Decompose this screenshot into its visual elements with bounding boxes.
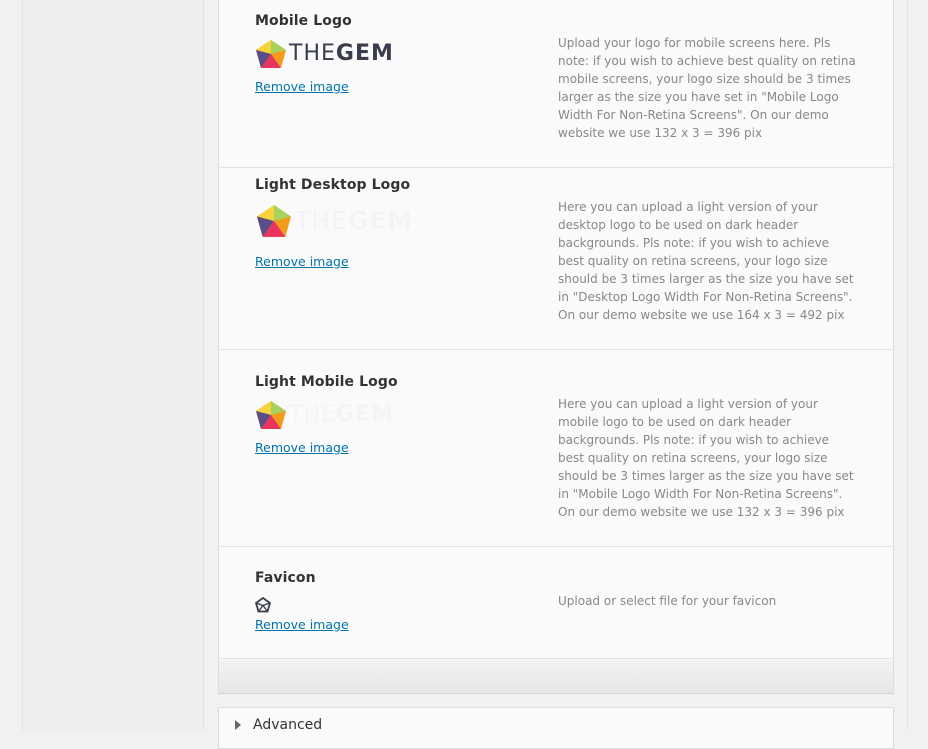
logo-settings-panel: Mobile Logo THEGEM Remove image Upload y… bbox=[218, 0, 894, 694]
right-edge-divider bbox=[907, 0, 908, 730]
favicon-title: Favicon bbox=[255, 570, 316, 586]
thegem-logo-icon bbox=[257, 205, 291, 237]
light-desktop-logo-row: Light Desktop Logo THEGEM Remove image H… bbox=[219, 168, 893, 350]
light-desktop-logo-description: Here you can upload a light version of y… bbox=[558, 200, 854, 322]
light-desktop-logo-title: Light Desktop Logo bbox=[255, 177, 411, 193]
thegem-logo-icon bbox=[256, 401, 286, 429]
favicon-preview[interactable] bbox=[255, 597, 271, 613]
advanced-section-toggle[interactable]: Advanced bbox=[218, 707, 894, 749]
thegem-logo-wordmark: THEGEM bbox=[289, 402, 394, 427]
light-mobile-logo-description: Here you can upload a light version of y… bbox=[558, 397, 854, 519]
favicon-remove-link[interactable]: Remove image bbox=[255, 617, 349, 632]
left-sidebar-strip bbox=[22, 0, 204, 730]
panel-footer-bar bbox=[219, 660, 893, 693]
mobile-logo-row: Mobile Logo THEGEM Remove image Upload y… bbox=[219, 0, 893, 168]
favicon-row: Favicon Remove image Upload or select fi… bbox=[219, 547, 893, 659]
favicon-description: Upload or select file for your favicon bbox=[558, 594, 777, 608]
light-desktop-logo-preview[interactable]: THEGEM bbox=[255, 204, 413, 238]
mobile-logo-title: Mobile Logo bbox=[255, 13, 352, 29]
advanced-section-label: Advanced bbox=[253, 717, 323, 733]
favicon-gem-icon bbox=[255, 597, 271, 613]
mobile-logo-description: Upload your logo for mobile screens here… bbox=[558, 36, 856, 140]
light-mobile-logo-row: Light Mobile Logo THEGEM Remove image He… bbox=[219, 350, 893, 547]
thegem-logo-wordmark: THEGEM bbox=[295, 206, 414, 235]
mobile-logo-preview[interactable]: THEGEM bbox=[255, 39, 394, 69]
light-mobile-logo-preview[interactable]: THEGEM bbox=[255, 400, 394, 430]
light-desktop-logo-remove-link[interactable]: Remove image bbox=[255, 254, 349, 269]
thegem-logo-icon bbox=[256, 40, 286, 68]
caret-right-icon bbox=[235, 720, 241, 730]
mobile-logo-remove-link[interactable]: Remove image bbox=[255, 79, 349, 94]
light-mobile-logo-title: Light Mobile Logo bbox=[255, 374, 398, 390]
thegem-logo-wordmark: THEGEM bbox=[289, 41, 394, 66]
light-mobile-logo-remove-link[interactable]: Remove image bbox=[255, 440, 349, 455]
